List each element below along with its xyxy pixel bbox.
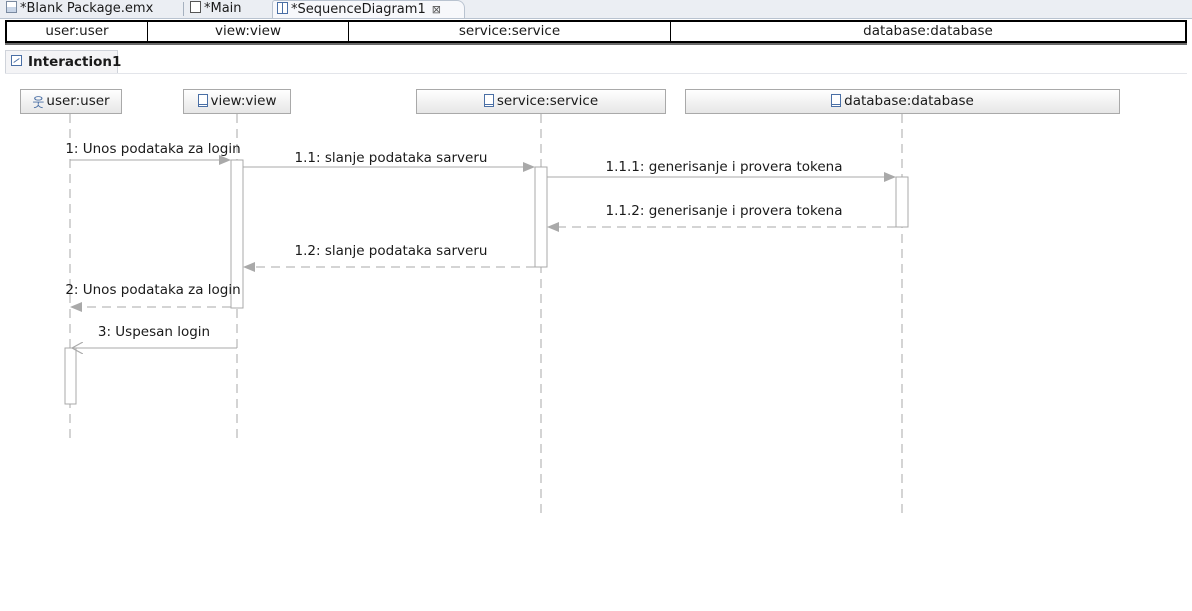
message-label: 1.1.2: generisanje i provera tokena: [606, 203, 843, 219]
message-label: 1.1.1: generisanje i provera tokena: [606, 159, 843, 175]
message-label: 1: Unos podataka za login: [65, 141, 240, 157]
message-label: 1.2: slanje podataka sarveru: [295, 243, 488, 259]
execution-service[interactable]: [534, 166, 548, 268]
execution-database[interactable]: [895, 176, 909, 228]
message-label: 2: Unos podataka za login: [65, 282, 240, 298]
execution-user[interactable]: [64, 347, 77, 405]
sequence-diagram-canvas: 1: Unos podataka za login 1.1: slanje po…: [64, 114, 909, 515]
message-label: 3: Uspesan login: [98, 324, 210, 340]
message-label: 1.1: slanje podataka sarveru: [295, 150, 488, 166]
